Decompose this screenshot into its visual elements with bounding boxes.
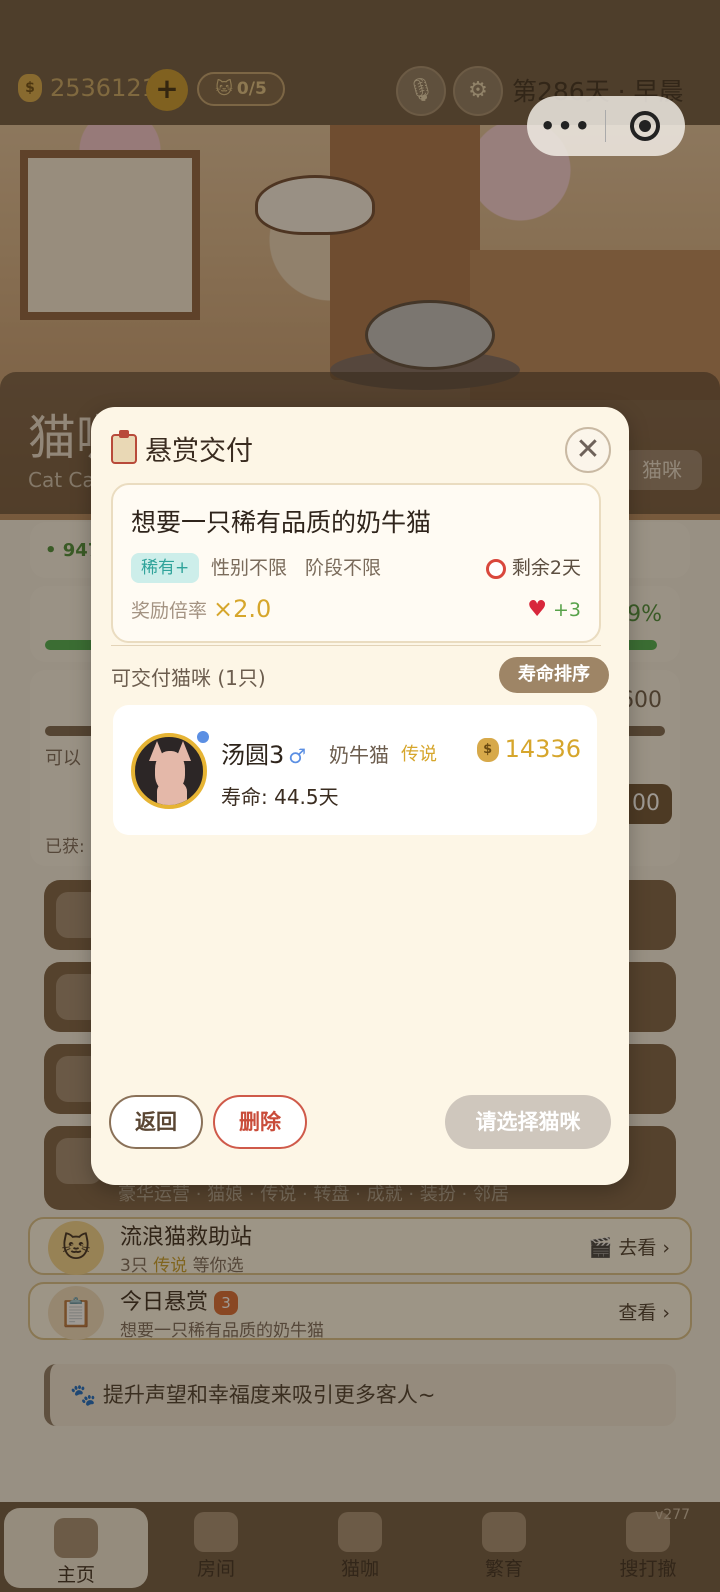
reward-label: 奖励倍率 (131, 600, 208, 622)
rarity-tag: 稀有+ (131, 553, 200, 583)
gender-condition: 性别不限 (211, 557, 288, 579)
time-remaining: 剩余2天 (485, 553, 581, 583)
dialog-title-text: 悬赏交付 (145, 436, 253, 467)
miniprogram-capsule: ••• (527, 96, 685, 156)
sort-by-lifespan-button[interactable]: 寿命排序 (499, 657, 609, 693)
request-title: 想要一只稀有品质的奶牛猫 (131, 508, 432, 537)
cat-name-text: 汤圆3 (221, 741, 285, 769)
available-cats-label: 可交付猫咪 (1只) (111, 666, 266, 690)
heart-icon: ♥ (527, 597, 547, 622)
cat-lifespan: 寿命: 44.5天 (221, 785, 339, 809)
close-button[interactable]: ✕ (565, 427, 611, 473)
heart-bonus: ♥ +3 (527, 597, 581, 622)
clipboard-icon (111, 429, 137, 464)
cat-price: $14336 (476, 735, 581, 763)
dialog-title: 悬赏交付 (111, 429, 253, 468)
reward-multiplier: 奖励倍率 ×2.0 (131, 595, 271, 623)
cat-name: 汤圆3 ♂ (221, 735, 306, 770)
male-icon: ♂ (288, 744, 307, 768)
close-miniprogram-button[interactable] (606, 111, 684, 141)
select-cat-button[interactable]: 请选择猫咪 (445, 1095, 611, 1149)
cat-avatar (131, 733, 207, 809)
cat-breed: 奶牛猫 (329, 743, 389, 767)
status-dot (197, 731, 209, 743)
section-divider (111, 645, 601, 646)
stage-condition: 阶段不限 (305, 557, 382, 579)
alarm-clock-icon (485, 558, 506, 579)
bounty-request-card: 想要一只稀有品质的奶牛猫 稀有+ 性别不限 阶段不限 剩余2天 奖励倍率 ×2.0 … (111, 483, 601, 643)
money-bag-icon: $ (476, 738, 499, 762)
back-button[interactable]: 返回 (109, 1095, 203, 1149)
more-button[interactable]: ••• (527, 112, 605, 140)
cat-body (157, 781, 187, 805)
heart-bonus-value: +3 (552, 599, 581, 621)
request-conditions: 性别不限 阶段不限 (211, 553, 399, 583)
cat-list-item[interactable]: 汤圆3 ♂ 奶牛猫 传说 $14336 寿命: 44.5天 (113, 705, 597, 835)
cat-price-value: 14336 (504, 735, 581, 763)
target-icon (630, 111, 660, 141)
delete-button[interactable]: 删除 (213, 1095, 307, 1149)
reward-value: ×2.0 (213, 595, 272, 623)
cat-quality: 传说 (401, 744, 437, 765)
time-remaining-text: 剩余2天 (511, 557, 581, 579)
bounty-delivery-dialog: 悬赏交付 ✕ 想要一只稀有品质的奶牛猫 稀有+ 性别不限 阶段不限 剩余2天 奖励… (91, 407, 629, 1185)
